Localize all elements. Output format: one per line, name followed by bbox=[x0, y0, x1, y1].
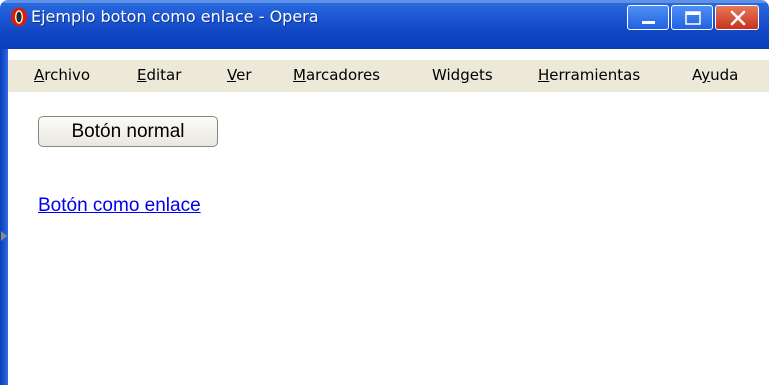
minimize-icon bbox=[642, 21, 655, 24]
menu-item-ayuda[interactable]: Ayuda bbox=[692, 66, 738, 84]
browser-window: Ejemplo boton como enlace - Opera Archiv… bbox=[0, 0, 769, 385]
page-content: Botón normal Botón como enlace bbox=[8, 92, 769, 385]
title-bar[interactable]: Ejemplo boton como enlace - Opera bbox=[0, 0, 769, 49]
menu-item-herramientas[interactable]: Herramientas bbox=[538, 66, 640, 84]
normal-button[interactable]: Botón normal bbox=[38, 116, 218, 147]
menu-item-marcadores[interactable]: Marcadores bbox=[293, 66, 380, 84]
menu-item-widgets[interactable]: Widgets bbox=[432, 66, 493, 84]
panel-toggle-arrow-icon[interactable] bbox=[1, 231, 7, 241]
opera-logo-icon bbox=[10, 7, 28, 27]
menu-item-editar[interactable]: Editar bbox=[137, 66, 181, 84]
close-icon bbox=[730, 10, 746, 26]
menu-item-ver[interactable]: Ver bbox=[227, 66, 252, 84]
minimize-button[interactable] bbox=[627, 5, 669, 30]
menu-item-archivo[interactable]: Archivo bbox=[34, 66, 90, 84]
menu-bar: Archivo Editar Ver Marcadores Widgets He… bbox=[8, 60, 769, 92]
window-title: Ejemplo boton como enlace - Opera bbox=[31, 7, 319, 26]
window-left-border bbox=[0, 49, 8, 385]
link-styled-button[interactable]: Botón como enlace bbox=[38, 195, 201, 217]
close-button[interactable] bbox=[715, 5, 759, 30]
maximize-icon bbox=[685, 11, 701, 25]
maximize-button[interactable] bbox=[671, 5, 713, 30]
